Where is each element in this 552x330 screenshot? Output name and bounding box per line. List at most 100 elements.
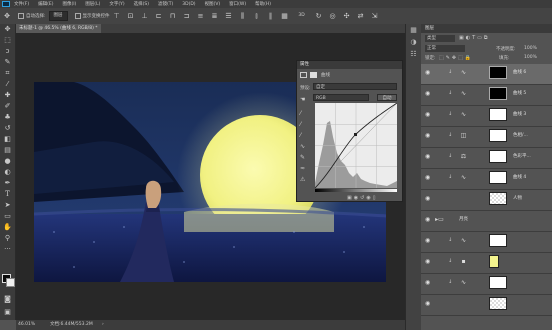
3d-drag-icon[interactable]: ✣ <box>343 12 351 20</box>
visibility-eye-icon[interactable]: ◉ <box>425 132 430 139</box>
layer-row[interactable]: ◉ ↓ ∿ 曲线 3 <box>421 106 552 127</box>
menu-help[interactable]: 帮助(H) <box>255 1 271 7</box>
menu-file[interactable]: 文件(F) <box>14 1 29 7</box>
menu-layer[interactable]: 图层(L) <box>85 1 100 7</box>
menu-3d[interactable]: 3D(D) <box>182 2 195 7</box>
visibility-eye-icon[interactable]: ◉ <box>425 111 430 118</box>
path-select-icon[interactable]: ➤ <box>0 200 15 211</box>
menu-type[interactable]: 文字(Y) <box>109 1 124 7</box>
menu-filter[interactable]: 滤镜(T) <box>158 1 173 7</box>
curve-point-icon[interactable]: ∿ <box>300 141 308 152</box>
move-tool-icon[interactable]: ✥ <box>3 12 11 20</box>
zoom-level[interactable]: 46.01% <box>18 320 35 330</box>
layer-mask-thumbnail[interactable] <box>489 276 507 289</box>
hand-icon[interactable]: ✋ <box>0 222 15 233</box>
smooth-icon[interactable]: ≈ <box>300 163 308 174</box>
auto-align-icon[interactable]: ▦ <box>281 12 289 20</box>
eyedropper-gray-icon[interactable]: ⁄ <box>300 119 308 130</box>
brush-icon[interactable]: ✐ <box>0 101 15 112</box>
align-left-icon[interactable]: ⊏ <box>155 12 163 20</box>
background-color-swatch[interactable] <box>6 278 15 287</box>
3d-scale-icon[interactable]: ⇲ <box>371 12 379 20</box>
auto-button[interactable]: 自动 <box>377 94 397 101</box>
zoom-icon[interactable]: ⚲ <box>0 233 15 244</box>
layer-mask-thumbnail[interactable] <box>489 87 507 100</box>
lock-icons[interactable]: ⬚✎✥⬚🔒 <box>439 55 473 61</box>
lasso-icon[interactable]: ↄ <box>0 46 15 57</box>
curves-graph[interactable] <box>315 103 397 188</box>
layer-row[interactable]: ◉ ↓ ▪ <box>421 253 552 274</box>
layer-thumbnail[interactable] <box>489 297 507 310</box>
visibility-eye-icon[interactable]: ◉ <box>425 153 430 160</box>
filter-smart-icon[interactable]: ⧉ <box>484 35 490 41</box>
layer-row[interactable]: ◉ ↓ ∿ <box>421 274 552 295</box>
eyedropper-black-icon[interactable]: ⁄ <box>300 108 308 119</box>
align-middle-icon[interactable]: ⊡ <box>127 12 135 20</box>
shape-icon[interactable]: ▭ <box>0 211 15 222</box>
layer-mask-thumbnail[interactable] <box>489 171 507 184</box>
3d-rotate-icon[interactable]: ↻ <box>315 12 323 20</box>
align-top-icon[interactable]: ⊤ <box>113 12 121 20</box>
align-bottom-icon[interactable]: ⊥ <box>141 12 149 20</box>
visibility-eye-icon[interactable]: ◉ <box>425 300 430 307</box>
filter-pixel-icon[interactable]: ▣ <box>459 35 466 41</box>
filter-shape-icon[interactable]: ▭ <box>477 35 484 41</box>
distribute-middle-icon[interactable]: ≣ <box>211 12 219 20</box>
eraser-icon[interactable]: ◧ <box>0 134 15 145</box>
menu-edit[interactable]: 编辑(E) <box>38 1 53 7</box>
clip-icon[interactable]: ▣ <box>347 195 354 201</box>
pen-icon[interactable]: ✒ <box>0 178 15 189</box>
document-tab[interactable]: 未标题-1 @ 46.5% (曲线 6, RGB/8) * <box>16 24 101 33</box>
distribute-left-icon[interactable]: ⫼ <box>239 12 247 20</box>
layer-mask-thumbnail[interactable] <box>489 255 499 268</box>
move-icon[interactable]: ✥ <box>0 24 15 35</box>
auto-select-checkbox[interactable] <box>18 13 24 19</box>
visibility-eye-icon[interactable]: ◉ <box>425 90 430 97</box>
layer-mask-thumbnail[interactable] <box>489 66 507 79</box>
layer-mask-thumbnail[interactable] <box>489 150 507 163</box>
layer-row[interactable]: ◉ ▸▭ 月亮 <box>421 211 552 232</box>
properties-panel-icon[interactable]: ☷ <box>406 48 421 60</box>
mask-icon[interactable] <box>310 72 317 78</box>
layer-mask-thumbnail[interactable] <box>489 234 507 247</box>
show-transform-checkbox[interactable] <box>74 13 81 19</box>
layer-mask-thumbnail[interactable] <box>489 108 507 121</box>
blur-icon[interactable]: ● <box>0 156 15 167</box>
visibility-eye-icon[interactable]: ◉ <box>425 216 430 223</box>
dodge-icon[interactable]: ◐ <box>0 167 15 178</box>
more-tools-icon[interactable]: ··· <box>0 244 15 255</box>
visibility-eye-icon[interactable]: ◉ <box>425 195 430 202</box>
distribute-center-icon[interactable]: ⫾ <box>253 12 261 20</box>
align-center-icon[interactable]: ⊓ <box>169 12 177 20</box>
history-panel-icon[interactable]: ▦ <box>406 24 421 36</box>
layer-mask-thumbnail[interactable] <box>489 129 507 142</box>
quick-mask-icon[interactable]: ◙ <box>0 294 15 305</box>
opacity-value[interactable]: 100% <box>524 46 537 51</box>
gradient-icon[interactable]: ▤ <box>0 145 15 156</box>
layer-row[interactable]: ◉ ↓ ∿ 曲线 4 <box>421 169 552 190</box>
menu-select[interactable]: 选择(S) <box>134 1 149 7</box>
visibility-eye-icon[interactable]: ◉ <box>425 174 430 181</box>
kind-filter-dropdown[interactable]: 类型 <box>425 35 455 42</box>
eyedropper-icon[interactable]: ⁄ <box>0 79 15 90</box>
eyedropper-white-icon[interactable]: ⁄ <box>300 130 308 141</box>
marquee-icon[interactable]: ⬚ <box>0 35 15 46</box>
layer-thumbnail[interactable] <box>489 192 507 205</box>
preset-dropdown[interactable]: 自定 <box>313 83 397 90</box>
visibility-eye-icon[interactable]: ◉ <box>425 279 430 286</box>
menu-view[interactable]: 视图(V) <box>205 1 221 7</box>
3d-slide-icon[interactable]: ⇄ <box>357 12 365 20</box>
layer-row[interactable]: ◉ 人物 <box>421 190 552 211</box>
menu-image[interactable]: 图像(I) <box>62 1 76 7</box>
layer-row[interactable]: ◉ ↓ ∿ 曲线 5 <box>421 85 552 106</box>
layer-row[interactable]: ◉ <box>421 295 552 316</box>
warning-icon[interactable]: ⚠ <box>300 174 308 185</box>
blend-mode-dropdown[interactable]: 正常 <box>425 45 465 52</box>
delete-icon[interactable]: ▯ <box>373 195 378 201</box>
clone-stamp-icon[interactable]: ♣ <box>0 112 15 123</box>
status-arrow-icon[interactable]: › <box>102 320 104 330</box>
3d-roll-icon[interactable]: ◎ <box>329 12 337 20</box>
visibility-eye-icon[interactable]: ◉ <box>425 237 430 244</box>
healing-brush-icon[interactable]: ✚ <box>0 90 15 101</box>
hand-adjust-icon[interactable]: ☚ <box>300 96 305 103</box>
